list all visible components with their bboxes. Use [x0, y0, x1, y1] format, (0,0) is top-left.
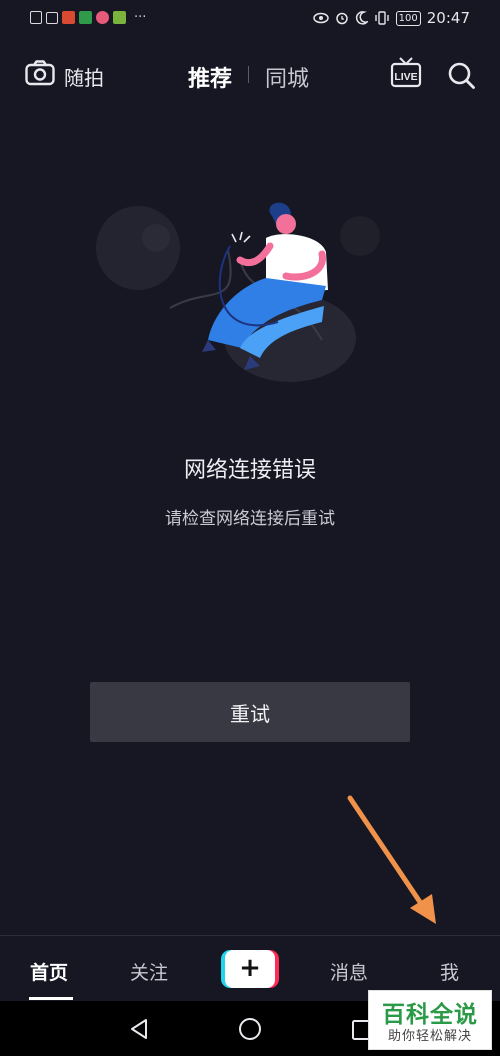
create-button[interactable]: + — [221, 950, 279, 988]
tab-follow[interactable]: 关注 — [130, 958, 168, 985]
search-icon[interactable] — [447, 61, 477, 91]
camera-icon[interactable] — [25, 60, 55, 86]
annotation-arrow-icon — [347, 795, 436, 924]
watermark-title: 百科全说 — [382, 1002, 478, 1028]
eye-icon — [312, 12, 329, 24]
error-subtitle: 请检查网络连接后重试 — [165, 509, 335, 529]
live-icon[interactable]: LIVE — [390, 56, 422, 90]
tab-me[interactable]: 我 — [440, 958, 459, 985]
activity-icon — [46, 11, 58, 24]
notification-icons: ··· — [30, 11, 146, 24]
live-label: LIVE — [394, 71, 417, 83]
moon-icon — [355, 11, 368, 25]
watermark-logo: 百科全说 助你轻松解决 — [368, 990, 492, 1050]
pink-app-icon — [96, 11, 109, 24]
system-indicators: 100 20:47 — [312, 9, 470, 27]
tab-nearby[interactable]: 同城 — [265, 61, 309, 93]
active-tab-indicator — [29, 997, 73, 1000]
tab-home[interactable]: 首页 — [30, 958, 68, 985]
sim-alert-icon — [30, 11, 42, 24]
overflow-indicator: ··· — [134, 10, 147, 25]
watermark-subtitle: 助你轻松解决 — [387, 1029, 472, 1044]
vibrate-icon — [374, 11, 389, 25]
green-app-icon — [79, 11, 92, 24]
camera-label[interactable]: 随拍 — [64, 62, 104, 91]
back-icon[interactable] — [127, 1017, 151, 1041]
lime-app-icon — [113, 11, 126, 24]
top-bar: 随拍 推荐 同城 LIVE — [0, 52, 500, 98]
tab-recommended[interactable]: 推荐 — [188, 61, 232, 93]
battery-indicator: 100 — [395, 10, 421, 26]
status-time: 20:47 — [426, 9, 470, 27]
status-bar: ··· 100 20:47 — [0, 0, 500, 38]
error-title: 网络连接错误 — [183, 458, 316, 483]
network-error-illustration — [96, 202, 380, 382]
red-app-icon — [62, 11, 75, 24]
tab-divider — [248, 66, 249, 83]
plus-icon: + — [225, 950, 275, 988]
alarm-icon — [335, 12, 348, 25]
tab-messages[interactable]: 消息 — [330, 958, 368, 985]
retry-button[interactable]: 重试 — [90, 682, 410, 742]
home-icon[interactable] — [238, 1017, 262, 1041]
